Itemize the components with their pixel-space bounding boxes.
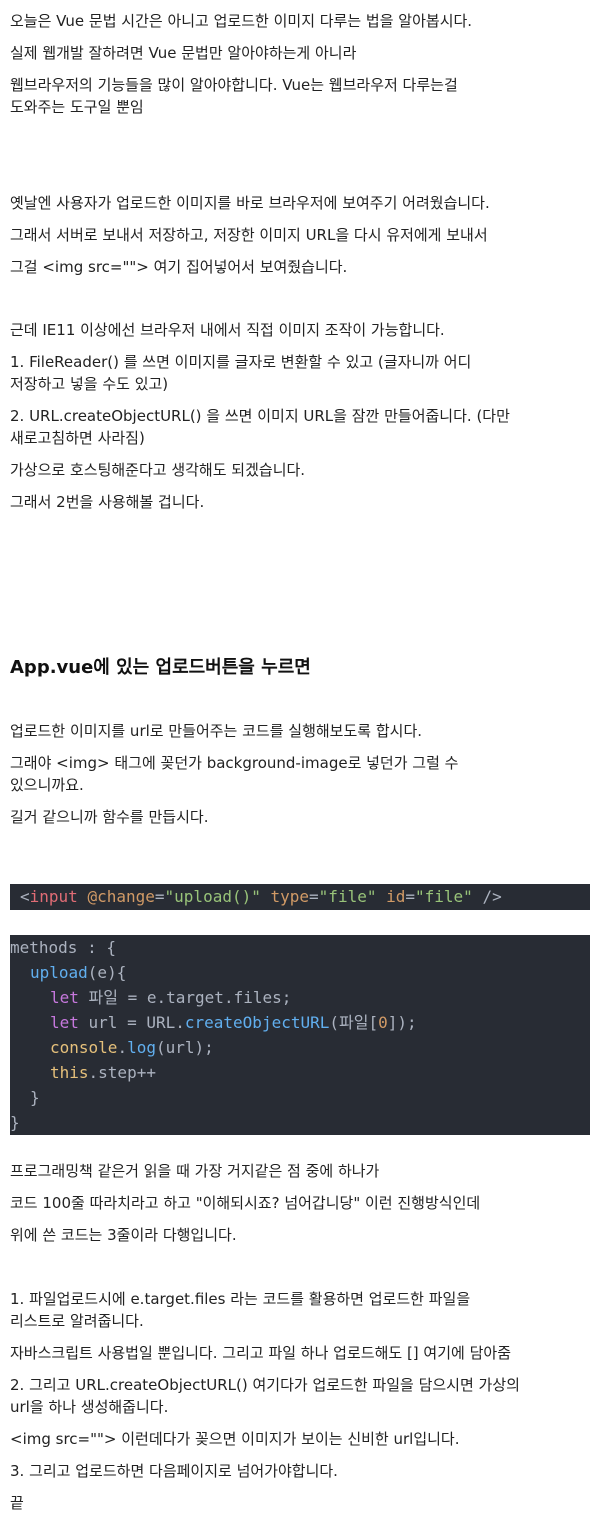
modern-line-5: 새로고침하면 사라짐) (10, 429, 145, 447)
code-line-7: } (30, 1088, 40, 1107)
explain-line-7: 3. 그리고 업로드하면 다음페이지로 넘어가야합니다. (10, 1462, 338, 1480)
code-line-1: methods : { (10, 938, 116, 957)
code-line-4: let url = URL.createObjectURL(파일[0]); (50, 1013, 417, 1032)
explain-line-6: <img src=""> 이런데다가 꽂으면 이미지가 보이는 신비한 url입… (10, 1430, 460, 1448)
modern-line-3: 저장하고 넣을 수도 있고) (10, 375, 169, 393)
code-line-2: upload(e){ (30, 963, 127, 982)
history-line-3: 그걸 <img src=""> 여기 집어넣어서 보여줬습니다. (10, 258, 348, 276)
explain-line-5: url을 하나 생성해줍니다. (10, 1398, 169, 1416)
intro-line-2: 실제 웹개발 잘하려면 Vue 문법만 알아야하는게 아니라 (10, 44, 357, 62)
intro-line-3: 웹브라우저의 기능들을 많이 알아야합니다. Vue는 웹브라우저 다루는걸 (10, 76, 458, 94)
section-line-2: 그래야 <img> 태그에 꽂던가 background-image로 넣던가 … (10, 754, 459, 772)
history-line-2: 그래서 서버로 보내서 저장하고, 저장한 이미지 URL을 다시 유저에게 보… (10, 226, 488, 244)
explain-line-2: 리스트로 알려줍니다. (10, 1312, 144, 1330)
intro-line-4: 도와주는 도구일 뿐임 (10, 98, 144, 116)
article: 오늘은 Vue 문법 시간은 아니고 업로드한 이미지 다루는 법을 알아봅시다… (0, 0, 600, 1524)
explain-line-1: 1. 파일업로드시에 e.target.files 라는 코드를 활용하면 업로… (10, 1290, 471, 1308)
modern-line-7: 그래서 2번을 사용해볼 겁니다. (10, 493, 205, 511)
intro-line-1: 오늘은 Vue 문법 시간은 아니고 업로드한 이미지 다루는 법을 알아봅시다… (10, 12, 473, 30)
modern-line-1: 근데 IE11 이상에선 브라우저 내에서 직접 이미지 조작이 가능합니다. (10, 321, 445, 339)
explain-line-4: 2. 그리고 URL.createObjectURL() 여기다가 업로드한 파… (10, 1376, 520, 1394)
explain-line-3: 자바스크립트 사용법일 뿐입니다. 그리고 파일 하나 업로드해도 [] 여기에… (10, 1344, 511, 1362)
code-line-5: console.log(url); (50, 1038, 214, 1057)
code-line-3: let 파일 = e.target.files; (50, 988, 292, 1007)
after-line-3: 위에 쓴 코드는 3줄이라 다행입니다. (10, 1226, 237, 1244)
code-input-line: <input @change="upload()" type="file" id… (20, 887, 502, 906)
code-block-methods: methods : { upload(e){ let 파일 = e.target… (10, 935, 590, 1135)
section-heading: App.vue에 있는 업로드버튼을 누르면 (10, 657, 311, 678)
code-line-8: } (10, 1113, 20, 1132)
modern-line-2: 1. FileReader() 를 쓰면 이미지를 글자로 변환할 수 있고 (… (10, 353, 472, 371)
after-line-1: 프로그래밍책 같은거 읽을 때 가장 거지같은 점 중에 하나가 (10, 1162, 380, 1180)
explain-line-8: 끝 (10, 1494, 24, 1512)
code-block-input: <input @change="upload()" type="file" id… (10, 884, 590, 910)
modern-line-6: 가상으로 호스팅해준다고 생각해도 되겠습니다. (10, 461, 306, 479)
section-line-1: 업로드한 이미지를 url로 만들어주는 코드를 실행해보도록 합시다. (10, 722, 423, 740)
section-line-4: 길거 같으니까 함수를 만듭시다. (10, 808, 209, 826)
modern-line-4: 2. URL.createObjectURL() 을 쓰면 이미지 URL을 잠… (10, 407, 510, 425)
history-line-1: 옛날엔 사용자가 업로드한 이미지를 바로 브라우저에 보여주기 어려웠습니다. (10, 194, 490, 212)
after-line-2: 코드 100줄 따라치라고 하고 "이해되시죠? 넘어갑니당" 이런 진행방식인… (10, 1194, 481, 1212)
section-line-3: 있으니까요. (10, 776, 84, 794)
code-line-6: this.step++ (50, 1063, 156, 1082)
